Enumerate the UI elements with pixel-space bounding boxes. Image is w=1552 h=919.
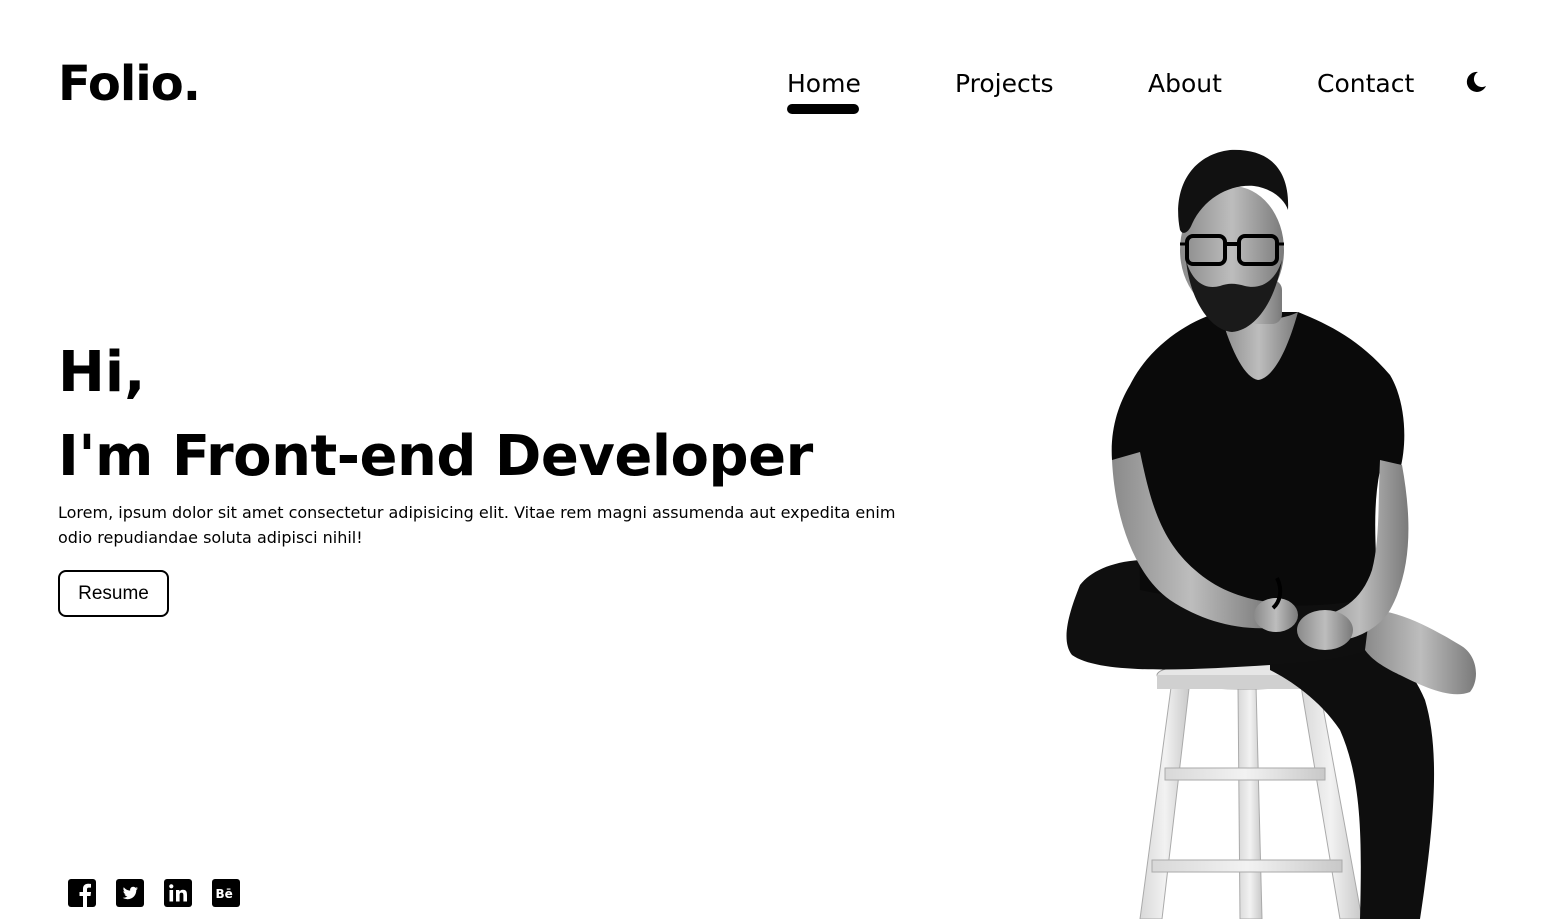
moon-icon[interactable]	[1462, 68, 1490, 96]
developer-portrait	[1040, 140, 1510, 919]
svg-text:Bē: Bē	[216, 887, 233, 901]
hero-title: I'm Front-end Developer	[58, 424, 813, 489]
behance-icon[interactable]: Bē	[212, 879, 240, 907]
active-nav-indicator	[787, 104, 859, 114]
hero-description: Lorem, ipsum dolor sit amet consectetur …	[58, 503, 896, 547]
main-nav: Home Projects About Contact	[0, 66, 1552, 116]
linkedin-icon[interactable]	[164, 879, 192, 907]
nav-about-link[interactable]: About	[1148, 66, 1222, 102]
nav-projects-link[interactable]: Projects	[955, 66, 1054, 102]
twitter-icon[interactable]	[116, 879, 144, 907]
portfolio-page: Folio. Home Projects About Contact Hi, I…	[0, 0, 1552, 919]
nav-contact-link[interactable]: Contact	[1317, 66, 1414, 102]
hero-greeting: Hi,	[58, 340, 146, 405]
resume-button[interactable]: Resume	[58, 570, 169, 617]
nav-home-link[interactable]: Home	[787, 66, 861, 102]
facebook-icon[interactable]	[68, 879, 96, 907]
